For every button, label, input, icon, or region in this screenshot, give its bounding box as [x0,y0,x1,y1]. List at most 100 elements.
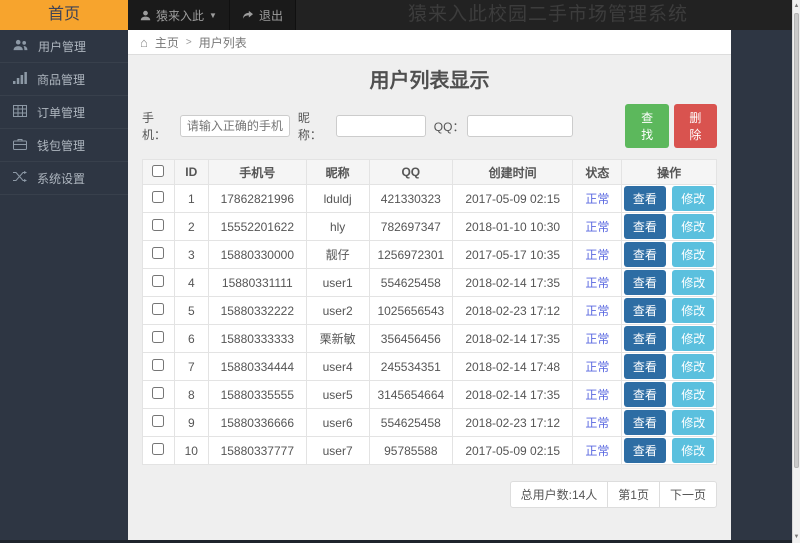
edit-button[interactable]: 修改 [672,382,715,407]
vertical-scrollbar[interactable]: ▲ ▼ [792,0,800,543]
row-checkbox[interactable] [152,275,165,287]
table-row: 9 15880336666 user6 554625458 2018-02-23… [142,408,717,437]
qq-label: QQ： [433,119,465,134]
sidebar-item-label: 订单管理 [37,105,86,120]
cell-qq: 95785588 [368,436,453,465]
header-nickname: 昵称 [305,159,370,185]
current-page-cell[interactable]: 第1页 [607,481,660,508]
select-all-checkbox[interactable] [152,164,165,177]
cell-status: 正常 [572,296,623,325]
cell-status: 正常 [572,380,623,409]
scroll-down-arrow-icon[interactable]: ▼ [793,532,800,542]
cell-nickname: user5 [305,380,370,409]
cell-qq: 421330323 [368,184,453,213]
row-checkbox[interactable] [152,415,165,427]
edit-button[interactable]: 修改 [672,214,715,239]
next-page-button[interactable]: 下一页 [658,481,717,508]
briefcase-icon [13,138,27,153]
breadcrumb-home[interactable]: 主页 [155,34,179,51]
row-checkbox[interactable] [152,443,165,455]
edit-button[interactable]: 修改 [672,326,715,351]
view-button[interactable]: 查看 [623,354,666,379]
row-checkbox[interactable] [152,247,165,259]
table-icon [13,104,27,120]
cell-actions: 查看 修改 [621,352,717,381]
sidebar-item-wallet-management[interactable]: 钱包管理 [0,129,128,162]
status-link[interactable]: 正常 [585,192,609,206]
search-button[interactable]: 查找 [625,104,669,148]
delete-button[interactable]: 删除 [673,104,717,148]
row-checkbox[interactable] [152,219,165,231]
nickname-input[interactable] [335,115,426,137]
logout-button[interactable]: 退出 [230,0,296,30]
cell-phone: 15552201622 [208,212,307,241]
scroll-up-arrow-icon[interactable]: ▲ [793,1,800,11]
users-icon [13,39,28,54]
row-checkbox[interactable] [152,359,165,371]
sidebar-item-label: 用户管理 [38,39,87,54]
status-link[interactable]: 正常 [585,304,609,318]
cell-status: 正常 [572,212,623,241]
sidebar-item-label: 系统设置 [37,171,86,186]
cell-nickname: user1 [305,268,370,297]
status-link[interactable]: 正常 [585,248,609,262]
sidebar-item-user-management[interactable]: 用户管理 [0,30,128,63]
cell-status: 正常 [572,184,623,213]
edit-button[interactable]: 修改 [672,186,715,211]
status-link[interactable]: 正常 [585,276,609,290]
edit-button[interactable]: 修改 [672,270,715,295]
random-icon [13,171,27,185]
status-link[interactable]: 正常 [585,388,609,402]
header-actions: 操作 [621,159,717,185]
sidebar-item-system-settings[interactable]: 系统设置 [0,162,128,195]
cell-phone: 15880335555 [208,380,307,409]
status-link[interactable]: 正常 [585,416,609,430]
row-checkbox[interactable] [152,387,165,399]
edit-button[interactable]: 修改 [672,410,715,435]
chart-icon [13,71,27,87]
sidebar-item-order-management[interactable]: 订单管理 [0,96,128,129]
view-button[interactable]: 查看 [623,326,666,351]
view-button[interactable]: 查看 [623,214,666,239]
status-link[interactable]: 正常 [585,220,609,234]
cell-nickname: 栗新敏 [305,324,370,353]
view-button[interactable]: 查看 [623,438,666,463]
home-button[interactable]: 首页 [0,0,128,30]
row-checkbox[interactable] [152,331,165,343]
cell-actions: 查看 修改 [621,296,717,325]
status-link[interactable]: 正常 [585,444,609,458]
brand-dropdown[interactable]: 猿来入此 ▼ [128,0,230,30]
status-link[interactable]: 正常 [585,332,609,346]
user-table: ID 手机号 昵称 QQ 创建时间 状态 操作 1 17862821996 ld… [142,159,717,465]
view-button[interactable]: 查看 [623,382,666,407]
view-button[interactable]: 查看 [623,242,666,267]
cell-id: 1 [173,184,210,213]
row-checkbox[interactable] [152,191,165,203]
cell-created: 2017-05-09 02:15 [451,184,574,213]
row-select-cell [142,408,175,437]
cell-created: 2018-02-14 17:35 [451,324,574,353]
view-button[interactable]: 查看 [623,270,666,295]
cell-nickname: 靓仔 [305,240,370,269]
edit-button[interactable]: 修改 [672,242,715,267]
sidebar-item-product-management[interactable]: 商品管理 [0,63,128,96]
qq-input[interactable] [467,115,574,137]
cell-actions: 查看 修改 [621,240,717,269]
view-button[interactable]: 查看 [623,186,666,211]
view-button[interactable]: 查看 [623,410,666,435]
cell-created: 2018-02-14 17:35 [451,268,574,297]
table-row: 2 15552201622 hly 782697347 2018-01-10 1… [142,212,717,241]
edit-button[interactable]: 修改 [672,438,715,463]
status-link[interactable]: 正常 [585,360,609,374]
row-checkbox[interactable] [152,303,165,315]
scrollbar-thumb[interactable] [794,13,799,468]
cell-phone: 17862821996 [208,184,307,213]
edit-button[interactable]: 修改 [672,354,715,379]
cell-qq: 3145654664 [368,380,453,409]
header-qq: QQ [368,159,453,185]
cell-phone: 15880330000 [208,240,307,269]
phone-input[interactable] [179,115,290,137]
edit-button[interactable]: 修改 [672,298,715,323]
cell-actions: 查看 修改 [621,184,717,213]
view-button[interactable]: 查看 [623,298,666,323]
